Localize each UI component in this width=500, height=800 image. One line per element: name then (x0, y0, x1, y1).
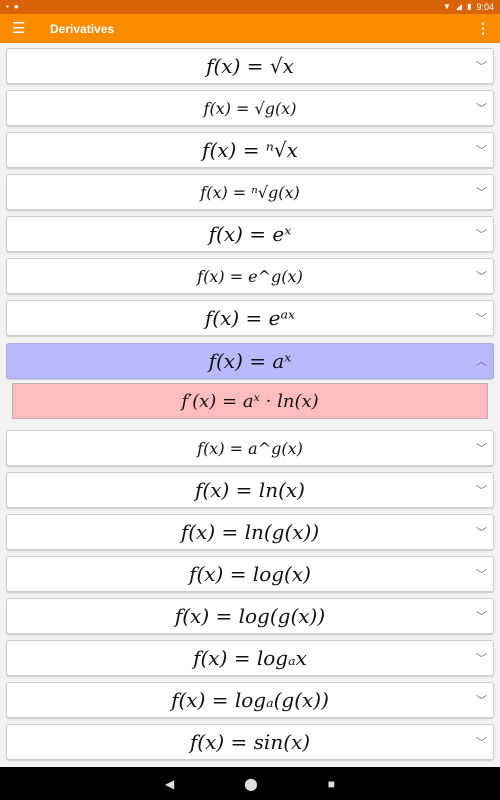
battery-icon: ▮ (467, 2, 472, 11)
derivative-list: f(x) = √x ﹀ f(x) = √g(x) ﹀ f(x) = ⁿ√x ﹀ … (0, 43, 500, 767)
status-right: ▼ ◢ ▮ 9:04 (443, 2, 494, 12)
formula: f(x) = ln(x) (195, 478, 305, 502)
wifi-icon: ▼ (442, 2, 451, 11)
chevron-down-icon: ﹀ (476, 527, 487, 539)
list-item[interactable]: f(x) = eᵃˣ ﹀ (6, 300, 494, 336)
signal-icon: ◢ (455, 2, 463, 11)
formula: f(x) = sin(x) (189, 730, 311, 754)
overflow-menu-icon[interactable]: ⋮ (476, 20, 490, 37)
status-bar: ▪ ● ▼ ◢ ▮ 9:04 (0, 0, 500, 14)
list-item[interactable]: f(x) = e^g(x) ﹀ (6, 258, 494, 294)
chevron-down-icon: ﹀ (476, 313, 487, 325)
list-item[interactable]: f(x) = ln(x) ﹀ (6, 472, 494, 508)
chevron-down-icon: ﹀ (476, 271, 487, 283)
chevron-down-icon: ﹀ (476, 569, 487, 581)
list-item[interactable]: f(x) = ⁿ√x ﹀ (6, 132, 494, 168)
chevron-down-icon: ﹀ (476, 61, 487, 73)
list-item[interactable]: f(x) = √x ﹀ (6, 48, 494, 84)
formula: f(x) = √g(x) (203, 98, 297, 118)
chevron-down-icon: ﹀ (476, 145, 487, 157)
list-item[interactable]: f(x) = log(g(x)) ﹀ (6, 598, 494, 634)
list-item[interactable]: f(x) = a^g(x) ﹀ (6, 430, 494, 466)
list-item[interactable]: f(x) = ln(g(x)) ﹀ (6, 514, 494, 550)
list-item[interactable]: f(x) = ⁿ√g(x) ﹀ (6, 174, 494, 210)
status-time: 9:04 (476, 2, 494, 12)
list-item[interactable]: f(x) = log(x) ﹀ (6, 556, 494, 592)
sd-card-icon: ▪ (6, 2, 9, 11)
circle-icon: ● (13, 2, 19, 11)
list-item-selected[interactable]: f(x) = aˣ ︿ (6, 343, 494, 379)
derivative-result: f′(x) = aˣ · ln(x) (12, 383, 488, 419)
formula: f(x) = logₐx (193, 646, 307, 670)
chevron-down-icon: ﹀ (476, 653, 487, 665)
list-item[interactable]: f(x) = logₐx ﹀ (6, 640, 494, 676)
formula: f(x) = ⁿ√x (202, 138, 298, 162)
formula: f(x) = e^g(x) (197, 266, 303, 286)
formula: f(x) = a^g(x) (197, 438, 303, 458)
chevron-down-icon: ﹀ (476, 611, 487, 623)
chevron-down-icon: ﹀ (476, 737, 487, 749)
menu-icon[interactable]: ☰ (12, 21, 32, 36)
list-item[interactable]: f(x) = √g(x) ﹀ (6, 90, 494, 126)
chevron-down-icon: ﹀ (476, 103, 487, 115)
recents-icon[interactable]: ■ (328, 778, 335, 790)
chevron-down-icon: ﹀ (476, 695, 487, 707)
formula: f(x) = ln(g(x)) (180, 520, 320, 544)
derivative-formula: f′(x) = aˣ · ln(x) (181, 390, 319, 412)
app-title: Derivatives (50, 21, 115, 36)
chevron-down-icon: ﹀ (476, 229, 487, 241)
chevron-down-icon: ﹀ (476, 485, 487, 497)
formula: f(x) = aˣ (208, 349, 292, 373)
home-icon[interactable]: ⬤ (244, 778, 257, 790)
back-icon[interactable]: ◀ (165, 778, 174, 790)
list-item[interactable]: f(x) = sin(x) ﹀ (6, 724, 494, 760)
chevron-down-icon: ﹀ (476, 443, 487, 455)
list-item[interactable]: f(x) = eˣ ﹀ (6, 216, 494, 252)
app-bar: ☰ Derivatives ⋮ (0, 14, 500, 43)
formula: f(x) = logₐ(g(x)) (171, 688, 329, 712)
formula: f(x) = log(g(x)) (174, 604, 326, 628)
formula: f(x) = log(x) (189, 562, 311, 586)
chevron-up-icon: ︿ (476, 356, 487, 368)
list-item[interactable]: f(x) = logₐ(g(x)) ﹀ (6, 682, 494, 718)
formula: f(x) = eˣ (208, 222, 292, 246)
formula: f(x) = ⁿ√g(x) (200, 182, 300, 202)
formula: f(x) = √x (206, 54, 294, 78)
navigation-bar: ◀ ⬤ ■ (0, 767, 500, 800)
status-left: ▪ ● (6, 3, 19, 11)
formula: f(x) = eᵃˣ (204, 306, 296, 330)
chevron-down-icon: ﹀ (476, 187, 487, 199)
